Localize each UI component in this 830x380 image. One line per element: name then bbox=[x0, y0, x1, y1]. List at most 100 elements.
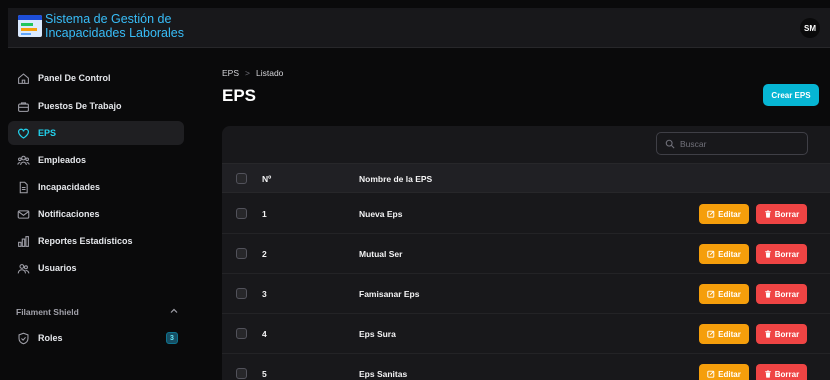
trash-icon bbox=[764, 210, 771, 218]
delete-button[interactable]: Borrar bbox=[756, 244, 807, 264]
eps-table: Nº Nombre de la EPS 1 Nueva Eps Editar B… bbox=[222, 126, 830, 380]
trash-icon bbox=[764, 250, 771, 258]
delete-button[interactable]: Borrar bbox=[756, 364, 807, 380]
trash-icon bbox=[764, 290, 771, 298]
search-icon bbox=[665, 139, 675, 149]
table-row: 1 Nueva Eps Editar Borrar bbox=[222, 194, 830, 234]
search-input[interactable] bbox=[680, 138, 800, 149]
breadcrumb-separator: > bbox=[245, 68, 250, 78]
delete-label: Borrar bbox=[774, 369, 800, 379]
edit-button[interactable]: Editar bbox=[699, 244, 749, 264]
home-icon bbox=[16, 71, 30, 85]
app-title: Sistema de Gestión de Incapacidades Labo… bbox=[45, 12, 184, 40]
row-checkbox[interactable] bbox=[236, 208, 247, 219]
edit-label: Editar bbox=[718, 329, 741, 339]
mail-icon bbox=[16, 207, 30, 221]
breadcrumb-item-eps[interactable]: EPS bbox=[222, 68, 239, 78]
row-checkbox[interactable] bbox=[236, 328, 247, 339]
page-title: EPS bbox=[222, 86, 257, 105]
row-checkbox[interactable] bbox=[236, 248, 247, 259]
edit-label: Editar bbox=[718, 209, 741, 219]
delete-label: Borrar bbox=[774, 329, 800, 339]
eps-name: Eps Sanitas bbox=[359, 369, 408, 379]
sidebar-item-label: Roles bbox=[38, 333, 63, 343]
row-checkbox[interactable] bbox=[236, 288, 247, 299]
row-number: 1 bbox=[262, 209, 267, 219]
edit-icon bbox=[707, 370, 715, 378]
top-bar: Sistema de Gestión de Incapacidades Labo… bbox=[8, 8, 830, 48]
row-number: 4 bbox=[262, 329, 267, 339]
table-header: Nº Nombre de la EPS bbox=[222, 163, 830, 193]
app-title-line2: Incapacidades Laborales bbox=[45, 26, 184, 40]
eps-name: Mutual Ser bbox=[359, 249, 403, 259]
sidebar-item-eps[interactable]: EPS bbox=[8, 121, 184, 145]
breadcrumb-item-listado: Listado bbox=[255, 68, 284, 78]
row-number: 5 bbox=[262, 369, 267, 379]
sidebar-item-incapacidades[interactable]: Incapacidades bbox=[8, 175, 184, 199]
row-checkbox[interactable] bbox=[236, 368, 247, 379]
edit-button[interactable]: Editar bbox=[699, 324, 749, 344]
users-icon bbox=[16, 153, 30, 167]
sidebar-item-label: Usuarios bbox=[38, 263, 77, 273]
select-all-checkbox[interactable] bbox=[236, 173, 247, 184]
edit-label: Editar bbox=[718, 249, 741, 259]
table-row: 4 Eps Sura Editar Borrar bbox=[222, 314, 830, 354]
edit-icon bbox=[707, 210, 715, 218]
chart-bar-icon bbox=[16, 234, 30, 248]
table-row: 5 Eps Sanitas Editar Borrar bbox=[222, 354, 830, 380]
shield-check-icon bbox=[16, 331, 30, 345]
table-row: 2 Mutual Ser Editar Borrar bbox=[222, 234, 830, 274]
eps-name: Nueva Eps bbox=[359, 209, 403, 219]
sidebar-item-usuarios[interactable]: Usuarios bbox=[8, 256, 184, 280]
sidebar-item-label: Incapacidades bbox=[38, 182, 101, 192]
eps-name: Eps Sura bbox=[359, 329, 396, 339]
breadcrumb: EPS > Listado bbox=[222, 68, 283, 78]
sidebar-item-panel-de-control[interactable]: Panel De Control bbox=[8, 66, 184, 90]
edit-label: Editar bbox=[718, 369, 741, 379]
eps-name: Famisanar Eps bbox=[359, 289, 420, 299]
edit-label: Editar bbox=[718, 289, 741, 299]
delete-button[interactable]: Borrar bbox=[756, 204, 807, 224]
row-number: 2 bbox=[262, 249, 267, 259]
app-logo-icon bbox=[18, 15, 42, 37]
sidebar-item-label: Panel De Control bbox=[38, 73, 111, 83]
delete-label: Borrar bbox=[774, 289, 800, 299]
sidebar-item-label: Puestos De Trabajo bbox=[38, 101, 122, 111]
edit-icon bbox=[707, 290, 715, 298]
column-header-number[interactable]: Nº bbox=[262, 174, 271, 184]
create-eps-button[interactable]: Crear EPS bbox=[763, 84, 819, 106]
chevron-up-icon[interactable] bbox=[168, 305, 180, 317]
sidebar-item-label: Empleados bbox=[38, 155, 87, 165]
table-row: 3 Famisanar Eps Editar Borrar bbox=[222, 274, 830, 314]
delete-button[interactable]: Borrar bbox=[756, 324, 807, 344]
sidebar-item-reportes-estadisticos[interactable]: Reportes Estadísticos bbox=[8, 229, 184, 253]
sidebar-item-label: EPS bbox=[38, 128, 57, 138]
sidebar-item-label: Reportes Estadísticos bbox=[38, 236, 133, 246]
delete-label: Borrar bbox=[774, 209, 800, 219]
sidebar-item-label: Notificaciones bbox=[38, 209, 100, 219]
briefcase-icon bbox=[16, 99, 30, 113]
edit-icon bbox=[707, 330, 715, 338]
sidebar-item-roles[interactable]: Roles 3 bbox=[8, 326, 184, 350]
sidebar-item-puestos-de-trabajo[interactable]: Puestos De Trabajo bbox=[8, 94, 184, 118]
edit-button[interactable]: Editar bbox=[699, 204, 749, 224]
sidebar-item-empleados[interactable]: Empleados bbox=[8, 148, 184, 172]
trash-icon bbox=[764, 370, 771, 378]
sidebar-item-notificaciones[interactable]: Notificaciones bbox=[8, 202, 184, 226]
column-header-name[interactable]: Nombre de la EPS bbox=[359, 174, 432, 184]
count-badge: 3 bbox=[166, 332, 178, 344]
delete-button[interactable]: Borrar bbox=[756, 284, 807, 304]
user-group-icon bbox=[16, 261, 30, 275]
search-box[interactable] bbox=[656, 132, 808, 155]
sidebar: Panel De Control Puestos De Trabajo EPS … bbox=[8, 56, 196, 380]
edit-button[interactable]: Editar bbox=[699, 284, 749, 304]
row-number: 3 bbox=[262, 289, 267, 299]
trash-icon bbox=[764, 330, 771, 338]
app-title-line1: Sistema de Gestión de bbox=[45, 12, 172, 26]
sidebar-group-label: Filament Shield bbox=[16, 307, 79, 317]
edit-button[interactable]: Editar bbox=[699, 364, 749, 380]
app-logo[interactable]: Sistema de Gestión de Incapacidades Labo… bbox=[18, 12, 184, 40]
heart-icon bbox=[16, 126, 30, 140]
edit-icon bbox=[707, 250, 715, 258]
user-avatar[interactable]: SM bbox=[800, 18, 820, 38]
